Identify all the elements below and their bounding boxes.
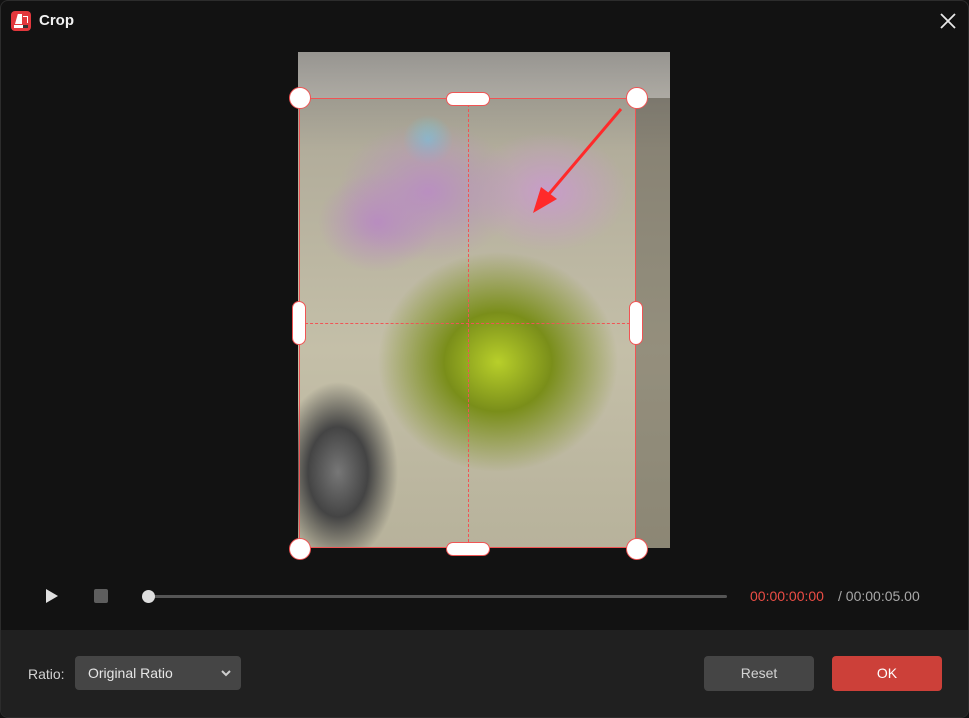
reset-button[interactable]: Reset [704, 656, 814, 691]
current-time: 00:00:00:00 [750, 588, 824, 604]
close-icon [940, 13, 956, 29]
crop-handle-top[interactable] [446, 92, 490, 106]
crop-dialog: Crop 00:00:00:00 / 00:00:05.00 Ratio: Or… [0, 0, 969, 718]
progress-track[interactable] [148, 595, 727, 598]
play-button[interactable] [45, 589, 59, 603]
footer-bar: Ratio: Original Ratio Reset OK [1, 630, 968, 717]
crop-handle-left[interactable] [292, 301, 306, 345]
chevron-down-icon [221, 670, 231, 677]
playback-controls: 00:00:00:00 / 00:00:05.00 [1, 576, 968, 616]
ratio-label: Ratio: [28, 666, 65, 682]
ok-button[interactable]: OK [832, 656, 942, 691]
ratio-value: Original Ratio [88, 665, 173, 681]
app-icon [11, 11, 31, 31]
crop-handle-bottom-left[interactable] [289, 538, 311, 560]
stop-button[interactable] [94, 589, 108, 603]
total-time: / 00:00:05.00 [838, 588, 920, 604]
play-icon [46, 589, 58, 603]
ratio-dropdown[interactable]: Original Ratio [75, 656, 241, 690]
title-bar: Crop [1, 1, 968, 41]
progress-thumb[interactable] [141, 590, 155, 603]
crop-handle-top-right[interactable] [626, 87, 648, 109]
dialog-title: Crop [39, 12, 74, 29]
crop-guide-vertical [467, 99, 469, 547]
crop-handle-bottom[interactable] [446, 542, 490, 556]
crop-handle-right[interactable] [629, 301, 643, 345]
close-button[interactable] [936, 9, 960, 33]
crop-handle-top-left[interactable] [289, 87, 311, 109]
crop-rectangle[interactable] [299, 98, 636, 548]
crop-handle-bottom-right[interactable] [626, 538, 648, 560]
